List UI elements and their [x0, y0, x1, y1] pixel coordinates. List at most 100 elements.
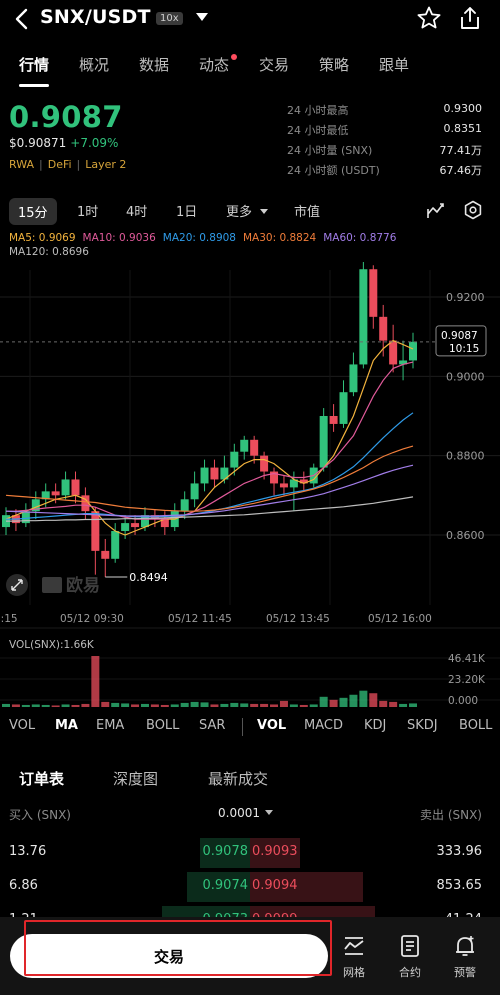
highlight-annotation-box	[24, 920, 332, 976]
orderbook-row[interactable]: 13.76 0.9078 0.9093 333.96	[0, 838, 500, 868]
alert-label[interactable]: 预警	[454, 964, 476, 980]
top-bar: SNX/USDT 10x	[0, 0, 500, 40]
contract-label[interactable]: 合约	[399, 964, 421, 980]
candle-body	[210, 467, 219, 480]
bid-price[interactable]: 0.9074	[203, 878, 249, 893]
share-icon[interactable]	[457, 5, 483, 31]
timeframe-1d[interactable]: 1日	[176, 201, 197, 220]
grid-trading-icon[interactable]	[341, 933, 367, 959]
indicator-skdj[interactable]: SKDJ	[407, 718, 438, 733]
volume-bar	[409, 703, 417, 707]
volume-bar	[379, 700, 388, 707]
timeframe-more-label: 更多	[226, 205, 253, 220]
volume-bar	[91, 656, 100, 707]
indicator-sar[interactable]: SAR	[199, 718, 225, 733]
alert-bell-icon[interactable]	[452, 933, 478, 959]
ask-price[interactable]: 0.9093	[252, 844, 298, 859]
tag-defi[interactable]: DeFi	[48, 158, 72, 171]
grid-label[interactable]: 网格	[343, 964, 365, 980]
tab-order-book[interactable]: 订单表	[19, 768, 64, 789]
bid-price[interactable]: 0.9078	[203, 844, 249, 859]
volume-bar	[299, 704, 308, 707]
news-notification-dot	[231, 54, 237, 60]
price-axis-label: 0.9200	[446, 291, 485, 304]
volume-bar	[329, 699, 338, 707]
indicator-sub-vol[interactable]: VOL	[257, 718, 286, 733]
candle-body	[180, 499, 189, 512]
price-axis-label: 0.9000	[446, 370, 485, 383]
bid-quantity: 13.76	[9, 844, 47, 859]
timeframe-15m[interactable]: 15分	[9, 198, 57, 225]
indicator-main-vol[interactable]: VOL	[9, 718, 35, 733]
drawing-tools-icon[interactable]	[426, 200, 446, 220]
indicator-ema[interactable]: EMA	[96, 718, 124, 733]
tab-market[interactable]: 行情	[19, 54, 49, 75]
time-axis-label: 05/12 13:45	[266, 613, 330, 625]
volume-bar	[339, 697, 348, 707]
volume-bar	[121, 703, 130, 707]
bid-header: 买入 (SNX)	[9, 808, 71, 822]
pair-dropdown-icon[interactable]	[194, 10, 210, 24]
tab-trade[interactable]: 交易	[259, 54, 289, 75]
orderbook-tabs: 订单表 深度图 最新成交	[0, 768, 500, 792]
tab-latest-trades[interactable]: 最新成交	[208, 768, 268, 789]
candle-body	[329, 416, 338, 424]
tab-data[interactable]: 数据	[139, 54, 169, 75]
volume-bar	[101, 701, 110, 707]
candle-body	[349, 364, 358, 393]
time-axis-label: 05/12 16:00	[368, 613, 432, 625]
fullscreen-icon[interactable]	[6, 574, 28, 596]
chart-settings-icon[interactable]	[463, 200, 483, 220]
ask-quantity: 853.65	[436, 878, 483, 893]
timeframe-more[interactable]: 更多	[226, 201, 269, 220]
volume-bar	[111, 702, 120, 707]
precision-select[interactable]: 0.0001	[218, 806, 274, 820]
pair-title[interactable]: SNX/USDT	[40, 6, 151, 28]
volume-bar	[170, 704, 179, 707]
stat-volume-value: 77.41万	[439, 144, 483, 157]
volume-bar	[2, 703, 10, 707]
indicator-macd[interactable]: MACD	[304, 718, 343, 733]
indicator-sub-boll[interactable]: BOLL	[459, 718, 492, 733]
candle-body	[61, 479, 70, 496]
orderbook-row[interactable]: 6.86 0.9074 0.9094 853.65	[0, 872, 500, 902]
contract-icon[interactable]	[397, 933, 423, 959]
candle-body	[389, 340, 398, 365]
favorite-star-icon[interactable]	[416, 5, 442, 31]
timeframe-1h[interactable]: 1时	[77, 201, 98, 220]
tab-copy-trading[interactable]: 跟单	[379, 54, 409, 75]
candlestick-chart[interactable]: 0.9200 0.9000 0.8800 0.8600 0.9300 0.8494 0.90…	[0, 262, 500, 712]
volume-bar	[279, 700, 288, 707]
candle-body	[71, 479, 80, 496]
usd-price: $0.90871	[9, 136, 67, 150]
timeframe-bar: 15分 1时 4时 1日 更多 市值	[0, 198, 500, 225]
ask-price[interactable]: 0.9094	[252, 878, 298, 893]
back-arrow-icon[interactable]	[10, 5, 34, 33]
volume-bar	[51, 705, 60, 707]
tag-layer2[interactable]: Layer 2	[85, 158, 126, 171]
candle-body	[101, 550, 110, 559]
indicator-kdj[interactable]: KDJ	[364, 718, 386, 733]
volume-bar	[250, 703, 259, 707]
watermark-logo	[42, 577, 62, 593]
volume-bar	[399, 703, 408, 707]
volume-bar	[359, 690, 368, 707]
candle-body	[339, 392, 348, 424]
tab-news[interactable]: 动态	[199, 54, 229, 75]
orderbook-header: 买入 (SNX) 0.0001 卖出 (SNX)	[0, 806, 500, 822]
ma-legend-row-2: MA120: 0.8696	[9, 246, 96, 258]
market-cap-tab[interactable]: 市值	[294, 201, 320, 220]
ma30-value: MA30: 0.8824	[242, 232, 317, 244]
timeframe-4h[interactable]: 4时	[126, 201, 147, 220]
tag-rwa[interactable]: RWA	[9, 158, 34, 171]
volume-bar	[140, 703, 149, 707]
indicator-ma[interactable]: MA	[55, 718, 78, 733]
volume-bar	[319, 696, 328, 707]
price-change: +7.09%	[70, 136, 119, 150]
tab-overview[interactable]: 概况	[79, 54, 109, 75]
tab-depth-chart[interactable]: 深度图	[113, 768, 158, 789]
indicator-divider	[242, 718, 243, 736]
tab-strategy[interactable]: 策略	[319, 54, 349, 75]
ma20-value: MA20: 0.8908	[162, 232, 236, 244]
indicator-boll[interactable]: BOLL	[146, 718, 179, 733]
